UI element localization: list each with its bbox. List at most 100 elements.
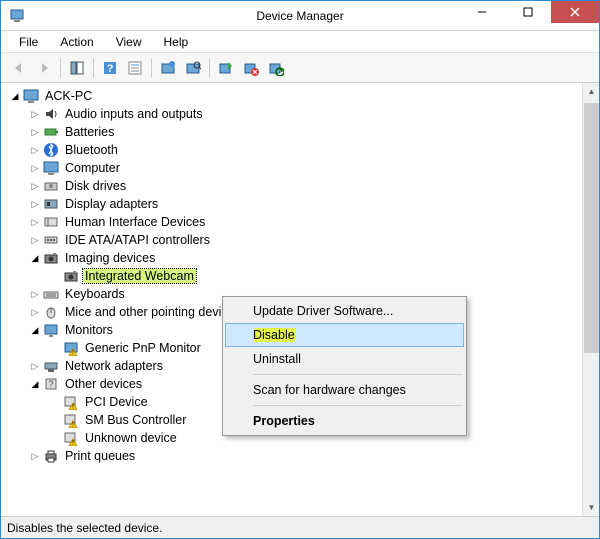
computer-icon — [43, 160, 59, 176]
node-label: Human Interface Devices — [63, 215, 207, 229]
ide-icon — [43, 232, 59, 248]
scroll-down-icon[interactable]: ▼ — [584, 499, 599, 516]
menu-file[interactable]: File — [9, 33, 48, 51]
device-manager-window: Device Manager File Action View Help ? ◢ — [0, 0, 600, 539]
node-label: Network adapters — [63, 359, 165, 373]
node-label: Display adapters — [63, 197, 160, 211]
node-label: Batteries — [63, 125, 116, 139]
node-label: Generic PnP Monitor — [83, 341, 203, 355]
expander-icon[interactable]: ◢ — [29, 378, 41, 390]
keyboard-icon — [43, 286, 59, 302]
tree-node-bluetooth[interactable]: ▷ Bluetooth — [9, 141, 582, 159]
menu-help[interactable]: Help — [154, 33, 199, 51]
status-text: Disables the selected device. — [7, 521, 162, 535]
other-icon: ? — [43, 376, 59, 392]
show-hide-tree-button[interactable] — [65, 56, 89, 80]
speaker-icon — [43, 106, 59, 122]
forward-button[interactable] — [32, 56, 56, 80]
tree-root[interactable]: ◢ ACK-PC — [9, 87, 582, 105]
expander-icon[interactable]: ▷ — [29, 450, 41, 462]
uninstall-button[interactable] — [264, 56, 288, 80]
menu-action[interactable]: Action — [50, 33, 103, 51]
disk-icon — [43, 178, 59, 194]
tree-node-hid[interactable]: ▷ Human Interface Devices — [9, 213, 582, 231]
svg-text:?: ? — [48, 379, 53, 389]
node-label: Computer — [63, 161, 122, 175]
camera-icon — [43, 250, 59, 266]
window-title: Device Manager — [256, 9, 343, 23]
bluetooth-icon — [43, 142, 59, 158]
hid-icon — [43, 214, 59, 230]
toolbar-separator — [60, 58, 61, 78]
expander-icon[interactable]: ▷ — [29, 108, 41, 120]
context-scan[interactable]: Scan for hardware changes — [225, 378, 464, 402]
tree-node-display-adapters[interactable]: ▷ Display adapters — [9, 195, 582, 213]
context-disable[interactable]: Disable — [225, 323, 464, 347]
node-label: Audio inputs and outputs — [63, 107, 205, 121]
expander-icon[interactable]: ◢ — [29, 252, 41, 264]
tree-node-ide[interactable]: ▷ IDE ATA/ATAPI controllers — [9, 231, 582, 249]
scroll-thumb[interactable] — [584, 103, 599, 353]
context-uninstall[interactable]: Uninstall — [225, 347, 464, 371]
properties-button[interactable] — [123, 56, 147, 80]
minimize-button[interactable] — [459, 1, 505, 23]
svg-text:!: ! — [72, 350, 74, 356]
battery-icon — [43, 124, 59, 140]
context-update-driver[interactable]: Update Driver Software... — [225, 299, 464, 323]
expander-icon[interactable]: ▷ — [29, 144, 41, 156]
maximize-button[interactable] — [505, 1, 551, 23]
tree-node-integrated-webcam[interactable]: Integrated Webcam — [9, 267, 582, 285]
expander-icon[interactable]: ▷ — [29, 126, 41, 138]
tree-node-disk-drives[interactable]: ▷ Disk drives — [9, 177, 582, 195]
expander-spacer — [49, 342, 61, 354]
tree-node-computer[interactable]: ▷ Computer — [9, 159, 582, 177]
camera-icon — [63, 268, 79, 284]
help-button[interactable]: ? — [98, 56, 122, 80]
expander-icon[interactable]: ▷ — [29, 234, 41, 246]
node-label: Imaging devices — [63, 251, 157, 265]
close-button[interactable] — [551, 1, 599, 23]
update-driver-button[interactable] — [156, 56, 180, 80]
titlebar: Device Manager — [1, 1, 599, 31]
device-warning-icon: ! — [63, 430, 79, 446]
expander-icon[interactable]: ▷ — [29, 198, 41, 210]
statusbar: Disables the selected device. — [1, 516, 599, 538]
tree-node-imaging[interactable]: ◢ Imaging devices — [9, 249, 582, 267]
svg-text:!: ! — [72, 404, 74, 410]
node-label: Other devices — [63, 377, 144, 391]
node-label: ACK-PC — [43, 89, 94, 103]
context-properties[interactable]: Properties — [225, 409, 464, 433]
menubar: File Action View Help — [1, 31, 599, 53]
expander-icon[interactable]: ▷ — [29, 306, 41, 318]
tree-node-audio[interactable]: ▷ Audio inputs and outputs — [9, 105, 582, 123]
expander-icon[interactable]: ▷ — [29, 360, 41, 372]
expander-spacer — [49, 270, 61, 282]
node-label: Keyboards — [63, 287, 127, 301]
menu-view[interactable]: View — [106, 33, 152, 51]
expander-spacer — [49, 414, 61, 426]
expander-icon[interactable]: ◢ — [9, 90, 21, 102]
svg-text:!: ! — [72, 440, 74, 446]
scroll-up-icon[interactable]: ▲ — [584, 83, 599, 100]
enable-button[interactable] — [214, 56, 238, 80]
expander-icon[interactable]: ▷ — [29, 216, 41, 228]
context-menu: Update Driver Software... Disable Uninst… — [222, 296, 467, 436]
scan-hardware-button[interactable] — [181, 56, 205, 80]
expander-icon[interactable]: ▷ — [29, 288, 41, 300]
toolbar: ? — [1, 53, 599, 83]
node-label: PCI Device — [83, 395, 150, 409]
vertical-scrollbar[interactable]: ▲ ▼ — [582, 83, 599, 516]
expander-icon[interactable]: ◢ — [29, 324, 41, 336]
display-adapter-icon — [43, 196, 59, 212]
expander-icon[interactable]: ▷ — [29, 180, 41, 192]
tree-node-batteries[interactable]: ▷ Batteries — [9, 123, 582, 141]
context-separator — [253, 405, 462, 406]
node-label: SM Bus Controller — [83, 413, 188, 427]
disable-button[interactable] — [239, 56, 263, 80]
toolbar-separator — [209, 58, 210, 78]
back-button[interactable] — [7, 56, 31, 80]
node-label: Disk drives — [63, 179, 128, 193]
expander-icon[interactable]: ▷ — [29, 162, 41, 174]
network-icon — [43, 358, 59, 374]
tree-node-print-queues[interactable]: ▷ Print queues — [9, 447, 582, 465]
